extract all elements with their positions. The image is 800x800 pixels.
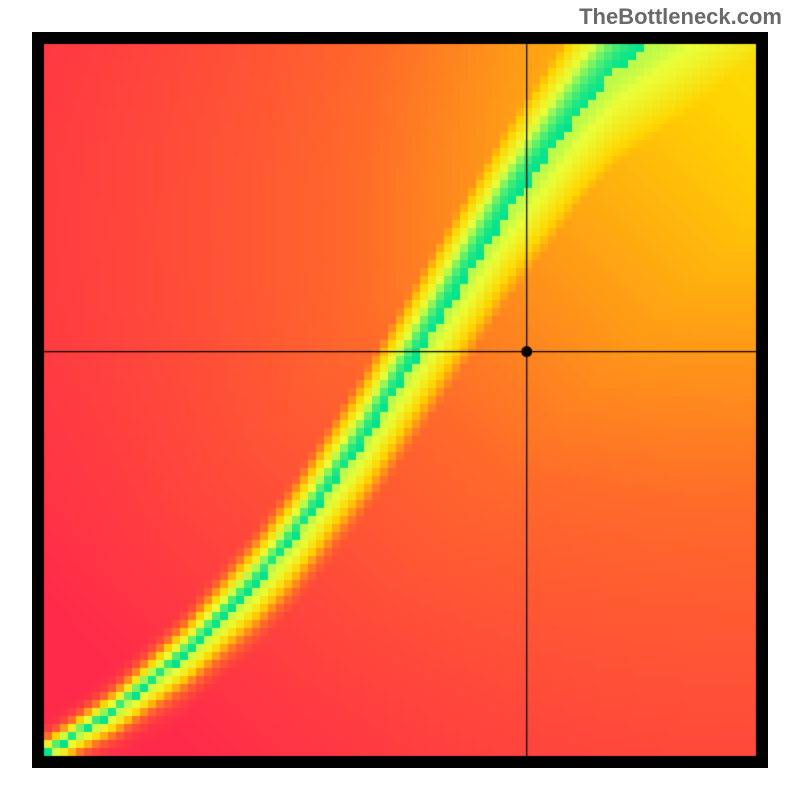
watermark-text: TheBottleneck.com <box>579 4 782 30</box>
heatmap-plot <box>32 32 768 768</box>
heatmap-canvas <box>32 32 768 768</box>
